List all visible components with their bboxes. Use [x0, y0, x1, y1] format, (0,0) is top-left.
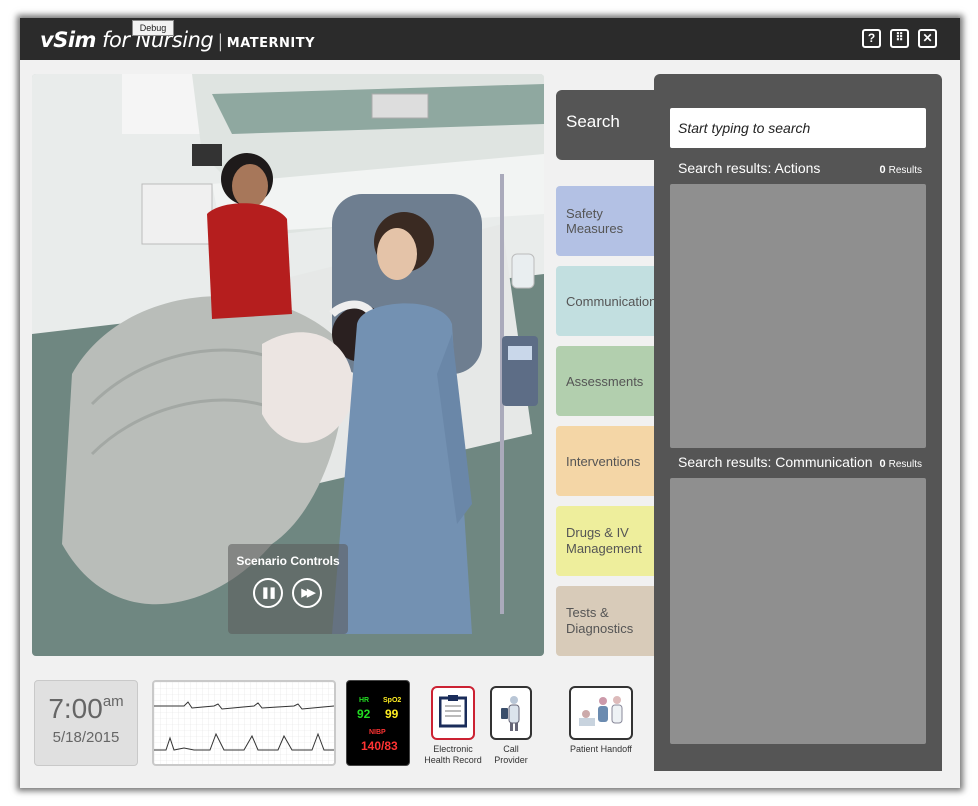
clock-date: 5/18/2015 — [52, 729, 120, 746]
debug-button[interactable]: Debug — [132, 20, 174, 36]
brand-logo: vSim for Nursing | MATERNITY — [40, 28, 316, 52]
clipboard-icon — [431, 686, 475, 740]
nibp-label: NIBP — [369, 729, 386, 736]
tab-communication[interactable]: Communication — [556, 266, 656, 336]
tab-search[interactable]: Search — [556, 90, 666, 160]
search-input[interactable] — [670, 108, 926, 148]
pause-icon[interactable]: ❚❚ — [253, 578, 283, 608]
sim-clock: 7:00am 5/18/2015 — [34, 680, 138, 766]
call-provider-label: Call Provider — [494, 744, 528, 765]
help-icon[interactable]: ? — [862, 29, 881, 48]
title-bar: vSim for Nursing | MATERNITY Debug ? ⠿ ✕ — [20, 18, 960, 60]
patient-handoff-label: Patient Handoff — [570, 744, 632, 754]
product-name: MATERNITY — [226, 36, 316, 51]
communication-results-heading: Search results: Communication — [678, 454, 873, 470]
close-icon[interactable]: ✕ — [918, 29, 937, 48]
hr-value: 92 — [357, 707, 371, 721]
tab-assessments[interactable]: Assessments — [556, 346, 654, 416]
tab-interventions[interactable]: Interventions — [556, 426, 654, 496]
simulation-viewport[interactable]: Scenario Controls ❚❚ ▶▶ — [32, 74, 544, 656]
actions-results-count: 0 Results — [879, 164, 922, 176]
clock-time: 7:00am — [48, 693, 124, 724]
search-panel: Search results: Actions 0Results Search … — [654, 74, 942, 771]
spo2-label: SpO2 — [383, 697, 402, 704]
actions-results-list[interactable] — [670, 184, 926, 448]
ehr-label: Electronic Health Record — [424, 744, 482, 765]
communication-results-list[interactable] — [670, 478, 926, 744]
tab-safety-measures[interactable]: Safety Measures — [556, 186, 654, 256]
actions-results-heading: Search results: Actions — [678, 160, 821, 176]
hr-label: HR — [359, 697, 370, 704]
grid-icon[interactable]: ⠿ — [890, 29, 909, 48]
call-provider-button[interactable]: Call Provider — [486, 686, 536, 766]
phone-icon — [490, 686, 532, 740]
ecg-waveform — [154, 682, 334, 764]
app-window: vSim for Nursing|MATERNITY Debug ? ⠿ ✕ — [20, 18, 960, 788]
fast-forward-icon[interactable]: ▶▶ — [292, 578, 322, 608]
tab-drugs-iv-management[interactable]: Drugs & IV Management — [556, 506, 654, 576]
ecg-monitor[interactable] — [152, 680, 336, 766]
nibp-value: 140/83 — [361, 739, 398, 753]
vital-signs-monitor[interactable]: HR 92 SpO2 99 NIBP 140/83 — [346, 680, 410, 766]
spo2-value: 99 — [385, 707, 399, 721]
electronic-health-record-button[interactable]: Electronic Health Record — [424, 686, 482, 766]
tab-tests-diagnostics[interactable]: Tests & Diagnostics — [556, 586, 654, 656]
scenario-controls-label: Scenario Controls — [236, 554, 340, 568]
scenario-controls: Scenario Controls ❚❚ ▶▶ — [228, 544, 348, 634]
people-icon — [569, 686, 633, 740]
communication-results-count: 0 Results — [879, 458, 922, 470]
patient-handoff-button[interactable]: Patient Handoff — [568, 686, 634, 755]
